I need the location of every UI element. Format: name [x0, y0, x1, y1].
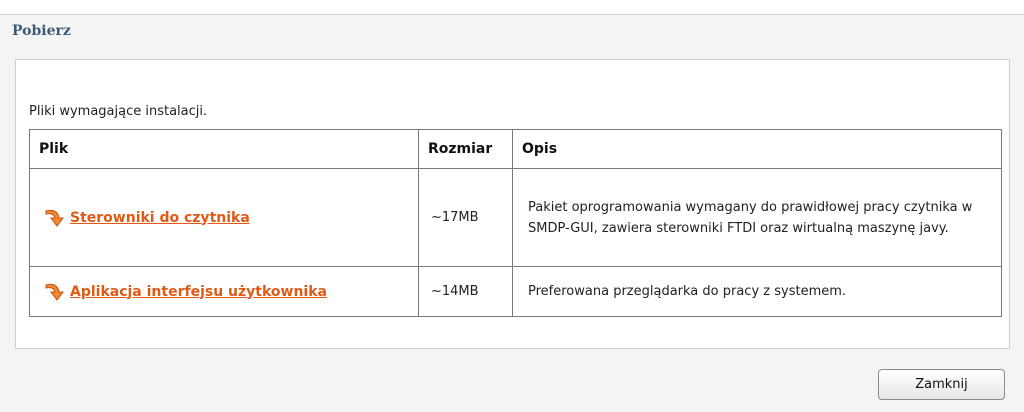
header-file: Plik	[29, 129, 419, 169]
size-cell: ~17MB	[418, 168, 513, 267]
table-header-row: Plik Rozmiar Opis	[29, 129, 1002, 169]
intro-text: Pliki wymagające instalacji.	[29, 104, 208, 119]
content-panel: Pliki wymagające instalacji. Plik Rozmia…	[15, 59, 1010, 349]
table-row: Aplikacja interfejsu użytkownika ~14MB P…	[29, 266, 1002, 317]
header-description: Opis	[512, 129, 1002, 169]
file-link-drivers[interactable]: Sterowniki do czytnika	[70, 210, 250, 226]
description-cell: Pakiet oprogramowania wymagany do prawid…	[512, 168, 1002, 267]
header-size: Rozmiar	[418, 129, 513, 169]
table-row: Sterowniki do czytnika ~17MB Pakiet opro…	[29, 168, 1002, 267]
file-cell: Sterowniki do czytnika	[29, 168, 419, 267]
description-cell: Preferowana przeglądarka do pracy z syst…	[512, 266, 1002, 317]
file-link-ui-app[interactable]: Aplikacja interfejsu użytkownika	[70, 284, 327, 300]
download-dialog: Pobierz Pliki wymagające instalacji. Pli…	[0, 14, 1024, 412]
files-table: Plik Rozmiar Opis Sterowniki do czytnika	[29, 129, 1002, 317]
file-cell: Aplikacja interfejsu użytkownika	[29, 266, 419, 317]
download-arrow-icon[interactable]	[44, 208, 66, 228]
size-cell: ~14MB	[418, 266, 513, 317]
close-button[interactable]: Zamknij	[878, 369, 1005, 400]
download-arrow-icon[interactable]	[44, 282, 66, 302]
dialog-title: Pobierz	[12, 23, 71, 39]
